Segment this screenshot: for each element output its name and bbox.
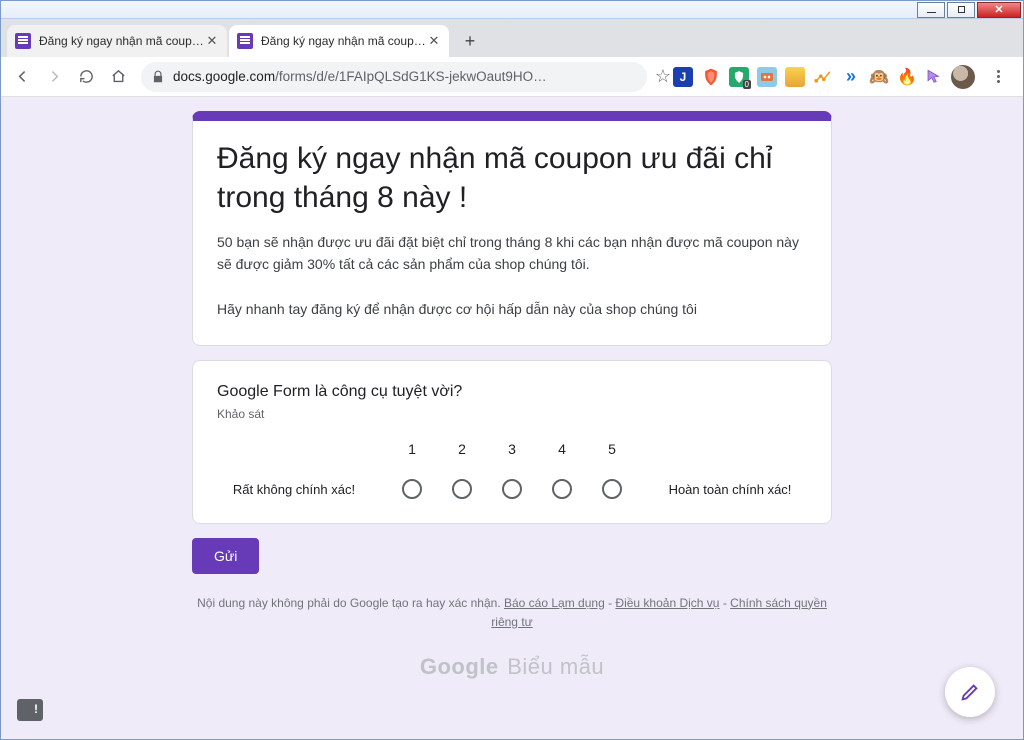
window-close-button[interactable]: ✕	[977, 2, 1021, 18]
linear-scale: Rất không chính xác! 1 2 3	[217, 441, 807, 499]
browser-tab-1[interactable]: Đăng ký ngay nhận mã coupon ... ✕	[7, 25, 227, 57]
browser-tab-strip: Đăng ký ngay nhận mã coupon ... ✕ Đăng k…	[1, 19, 1023, 57]
profile-avatar[interactable]	[951, 65, 975, 89]
scale-low-label: Rất không chính xác!	[219, 482, 369, 499]
url-domain: docs.google.com	[173, 69, 275, 84]
footer-disclaimer: Nội dung này không phải do Google tạo ra…	[197, 596, 504, 610]
scale-radio-1[interactable]	[402, 479, 422, 499]
window-maximize-button[interactable]	[947, 2, 975, 18]
scale-number: 5	[608, 441, 616, 457]
edit-form-fab[interactable]	[945, 667, 995, 717]
tab-close-icon[interactable]: ✕	[205, 34, 219, 48]
scale-high-label: Hoàn toàn chính xác!	[655, 482, 805, 499]
form-header-card: Đăng ký ngay nhận mã coupon ưu đãi chỉ t…	[192, 111, 832, 346]
url-path: /forms/d/e/1FAIpQLSdG1KS-jekwOaut9HO…	[275, 69, 547, 84]
browser-toolbar: docs.google.com/forms/d/e/1FAIpQLSdG1KS-…	[1, 57, 1023, 97]
reload-button[interactable]	[71, 62, 101, 92]
new-tab-button[interactable]: +	[457, 28, 483, 54]
exclamation-icon: !	[34, 702, 38, 716]
extension-icon[interactable]: J	[673, 67, 693, 87]
address-bar[interactable]: docs.google.com/forms/d/e/1FAIpQLSdG1KS-…	[141, 62, 647, 92]
window-minimize-button[interactable]	[917, 2, 945, 18]
extension-icon[interactable]: 🔥	[897, 67, 917, 87]
tab-close-icon[interactable]: ✕	[427, 34, 441, 48]
window-frame: ✕ Đăng ký ngay nhận mã coupon ... ✕ Đăng…	[0, 0, 1024, 740]
cursor-extension-icon[interactable]	[925, 68, 943, 86]
scale-radio-2[interactable]	[452, 479, 472, 499]
forms-favicon-icon	[237, 33, 253, 49]
pencil-icon	[959, 681, 981, 703]
scale-radio-3[interactable]	[502, 479, 522, 499]
scale-number: 2	[458, 441, 466, 457]
forward-button[interactable]	[39, 62, 69, 92]
forms-favicon-icon	[15, 33, 31, 49]
tab-title: Đăng ký ngay nhận mã coupon ...	[39, 34, 205, 48]
form-container: Đăng ký ngay nhận mã coupon ưu đãi chỉ t…	[192, 97, 832, 680]
scale-radio-4[interactable]	[552, 479, 572, 499]
google-logo-text: Google	[420, 654, 499, 679]
extension-icon[interactable]	[785, 67, 805, 87]
browser-tab-2-active[interactable]: Đăng ký ngay nhận mã coupon u... ✕	[229, 25, 449, 57]
extension-icon[interactable]: 🙉	[869, 67, 889, 87]
scale-number: 3	[508, 441, 516, 457]
bookmark-star-icon[interactable]: ☆	[655, 66, 671, 87]
page-viewport: Đăng ký ngay nhận mã coupon ưu đãi chỉ t…	[1, 97, 1023, 739]
back-button[interactable]	[7, 62, 37, 92]
question-card: Google Form là công cụ tuyệt vời? Khảo s…	[192, 360, 832, 524]
form-title: Đăng ký ngay nhận mã coupon ưu đãi chỉ t…	[217, 139, 807, 217]
kebab-menu-icon	[997, 70, 1000, 83]
question-subtitle: Khảo sát	[217, 407, 807, 421]
report-abuse-link[interactable]: Báo cáo Lạm dụng	[504, 596, 605, 610]
terms-link[interactable]: Điều khoản Dịch vụ	[615, 596, 719, 610]
scale-radio-5[interactable]	[602, 479, 622, 499]
submit-button[interactable]: Gửi	[192, 538, 259, 574]
tab-title: Đăng ký ngay nhận mã coupon u...	[261, 34, 427, 48]
lock-icon	[151, 70, 165, 84]
extension-shield-icon[interactable]	[729, 67, 749, 87]
google-forms-brand[interactable]: Google Biểu mẫu	[192, 654, 832, 680]
os-title-bar: ✕	[1, 1, 1023, 19]
question-title: Google Form là công cụ tuyệt vời?	[217, 383, 807, 401]
browser-menu-button[interactable]	[983, 62, 1013, 92]
scale-number: 1	[408, 441, 416, 457]
form-footer: Nội dung này không phải do Google tạo ra…	[192, 594, 832, 632]
extension-icon[interactable]	[757, 67, 777, 87]
home-button[interactable]	[103, 62, 133, 92]
extensions-row: J » 🙉 🔥	[673, 62, 1017, 92]
forms-brand-text: Biểu mẫu	[501, 654, 605, 679]
brave-shield-icon[interactable]	[701, 67, 721, 87]
scale-number: 4	[558, 441, 566, 457]
feedback-button[interactable]: !	[17, 699, 43, 721]
extension-icon[interactable]	[813, 67, 833, 87]
form-description: 50 bạn sẽ nhận được ưu đãi đặt biệt chỉ …	[217, 231, 807, 321]
extension-icon[interactable]: »	[841, 67, 861, 87]
